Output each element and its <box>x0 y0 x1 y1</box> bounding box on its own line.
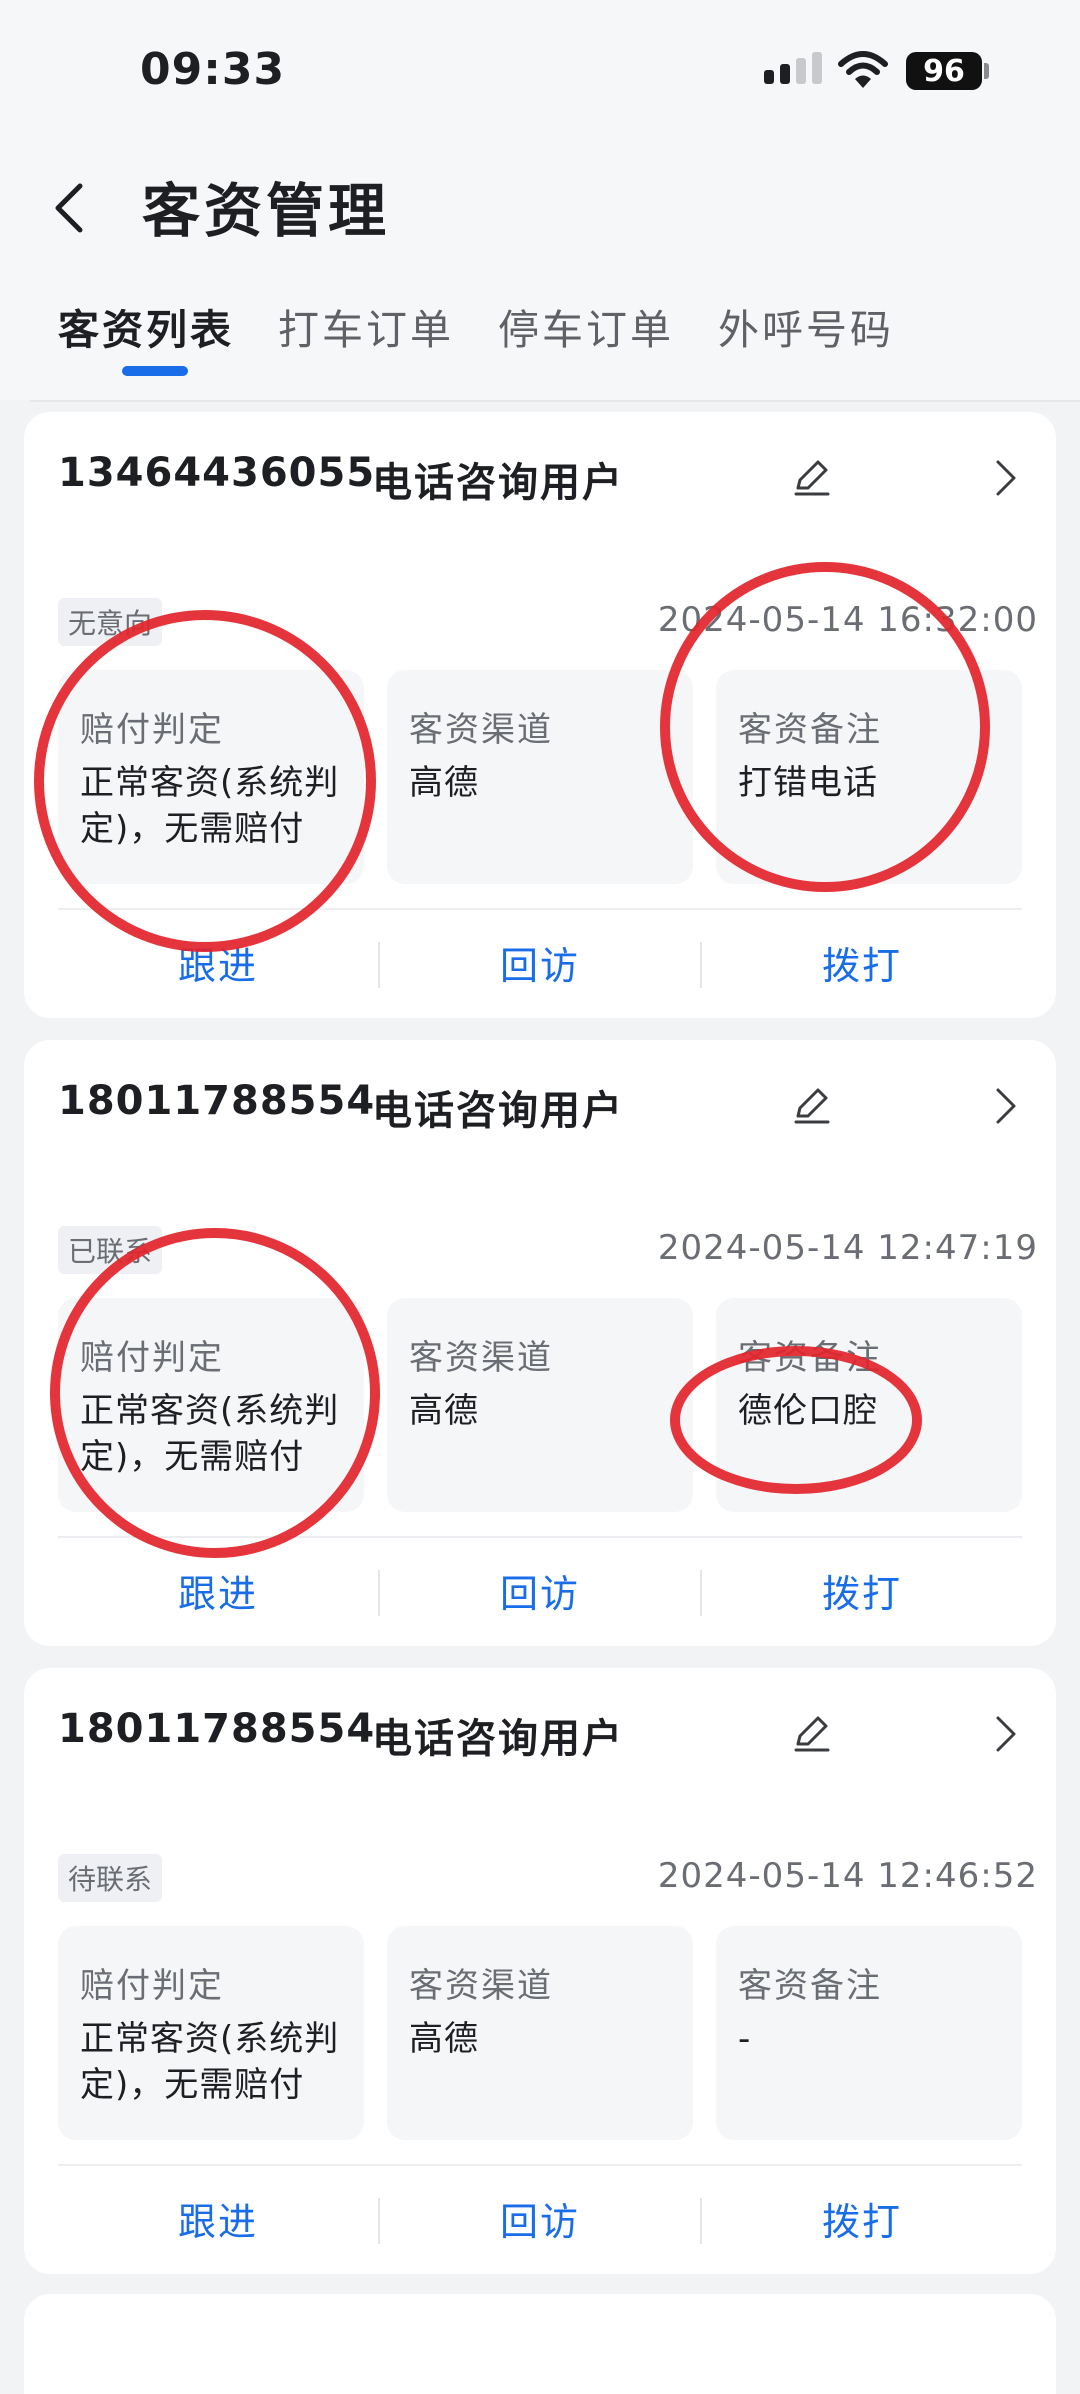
lead-phone: 18011788554 <box>58 1706 376 1752</box>
lead-card[interactable]: 18011788554 电话咨询用户 待联系 2024-05-14 12:46:… <box>24 1668 1056 2274</box>
channel-box: 客资渠道 高德 <box>387 1926 693 2140</box>
status-time: 09:33 <box>140 44 286 95</box>
lead-user-type: 电话咨询用户 <box>372 1716 624 1762</box>
tab-indicator <box>122 366 188 376</box>
note-label: 客资备注 <box>738 1338 882 1378</box>
follow-up-button[interactable]: 跟进 <box>58 1540 378 1640</box>
lead-user-type: 电话咨询用户 <box>372 460 624 506</box>
channel-box: 客资渠道 高德 <box>387 1298 693 1512</box>
compensation-box: 赔付判定 正常客资(系统判定)，无需赔付 <box>58 1298 364 1512</box>
tab-parking-orders[interactable]: 停车订单 <box>498 296 674 356</box>
status-badge: 无意向 <box>58 598 163 646</box>
compensation-box: 赔付判定 正常客资(系统判定)，无需赔付 <box>58 670 364 884</box>
lead-datetime: 2024-05-14 12:46:52 <box>657 1856 1038 1896</box>
note-label: 客资备注 <box>738 710 882 750</box>
channel-label: 客资渠道 <box>409 1966 553 2006</box>
tab-divider <box>30 400 1080 402</box>
channel-value: 高德 <box>409 1391 479 1431</box>
compensation-value: 正常客资(系统判定)，无需赔付 <box>80 763 340 849</box>
tab-outbound-numbers[interactable]: 外呼号码 <box>718 296 894 356</box>
lead-datetime: 2024-05-14 12:47:19 <box>657 1228 1038 1268</box>
channel-label: 客资渠道 <box>409 1338 553 1378</box>
status-badge: 已联系 <box>58 1226 163 1274</box>
compensation-label: 赔付判定 <box>80 1966 224 2006</box>
status-bar: 09:33 96 <box>0 0 1080 140</box>
lead-user-type: 电话咨询用户 <box>372 1088 624 1134</box>
revisit-button[interactable]: 回访 <box>380 912 700 1012</box>
lead-card-partial <box>24 2294 1056 2394</box>
page-title: 客资管理 <box>142 177 391 245</box>
chevron-right-icon[interactable] <box>984 456 1028 500</box>
lead-card[interactable]: 13464436055 电话咨询用户 无意向 2024-05-14 16:32:… <box>24 412 1056 1018</box>
call-button[interactable]: 拨打 <box>702 912 1022 1012</box>
channel-label: 客资渠道 <box>409 710 553 750</box>
lead-datetime: 2024-05-14 16:32:00 <box>657 600 1038 640</box>
compensation-label: 赔付判定 <box>80 1338 224 1378</box>
follow-up-button[interactable]: 跟进 <box>58 912 378 1012</box>
tab-customer-list[interactable]: 客资列表 <box>58 296 234 356</box>
chevron-right-icon[interactable] <box>984 1084 1028 1128</box>
compensation-value: 正常客资(系统判定)，无需赔付 <box>80 2019 340 2105</box>
card-divider <box>58 908 1022 910</box>
follow-up-button[interactable]: 跟进 <box>58 2168 378 2268</box>
channel-value: 高德 <box>409 763 479 803</box>
tab-taxi-orders[interactable]: 打车订单 <box>278 296 454 356</box>
battery-cap <box>984 63 989 79</box>
call-button[interactable]: 拨打 <box>702 2168 1022 2268</box>
status-badge: 待联系 <box>58 1854 163 1902</box>
nav-header: 客资管理 <box>0 150 1080 260</box>
lead-phone: 13464436055 <box>58 450 376 496</box>
revisit-button[interactable]: 回访 <box>380 1540 700 1640</box>
note-value: 德伦口腔 <box>738 1391 878 1431</box>
note-value: 打错电话 <box>738 763 878 803</box>
note-box: 客资备注 - <box>716 1926 1022 2140</box>
wifi-icon <box>838 51 888 88</box>
compensation-label: 赔付判定 <box>80 710 224 750</box>
card-divider <box>58 2164 1022 2166</box>
edit-icon[interactable] <box>790 456 834 500</box>
back-icon[interactable] <box>44 178 104 238</box>
note-label: 客资备注 <box>738 1966 882 2006</box>
note-box: 客资备注 打错电话 <box>716 670 1022 884</box>
card-divider <box>58 1536 1022 1538</box>
signal-icon <box>764 52 822 84</box>
channel-value: 高德 <box>409 2019 479 2059</box>
lead-phone: 18011788554 <box>58 1078 376 1124</box>
note-value: - <box>738 2019 752 2059</box>
lead-card[interactable]: 18011788554 电话咨询用户 已联系 2024-05-14 12:47:… <box>24 1040 1056 1646</box>
note-box: 客资备注 德伦口腔 <box>716 1298 1022 1512</box>
compensation-value: 正常客资(系统判定)，无需赔付 <box>80 1391 340 1477</box>
call-button[interactable]: 拨打 <box>702 1540 1022 1640</box>
channel-box: 客资渠道 高德 <box>387 670 693 884</box>
revisit-button[interactable]: 回访 <box>380 2168 700 2268</box>
edit-icon[interactable] <box>790 1084 834 1128</box>
tab-bar: 客资列表 打车订单 停车订单 外呼号码 <box>0 282 1080 382</box>
edit-icon[interactable] <box>790 1712 834 1756</box>
chevron-right-icon[interactable] <box>984 1712 1028 1756</box>
compensation-box: 赔付判定 正常客资(系统判定)，无需赔付 <box>58 1926 364 2140</box>
battery-icon: 96 <box>906 52 982 90</box>
